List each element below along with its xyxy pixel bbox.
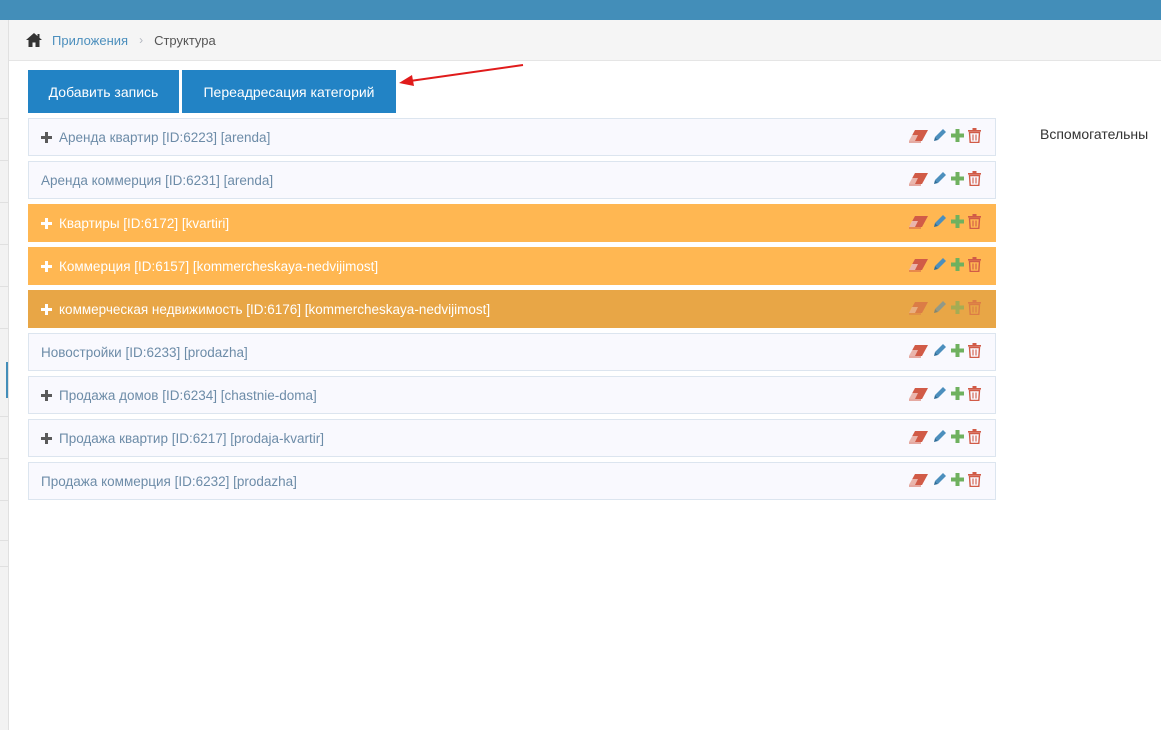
eraser-icon[interactable] <box>909 473 929 487</box>
pencil-icon[interactable] <box>933 300 947 315</box>
category-label[interactable]: Продажа домов [ID:6234] [chastnie-doma] <box>59 388 317 403</box>
plus-icon[interactable] <box>951 172 964 185</box>
expand-plus-icon[interactable] <box>41 389 52 401</box>
pencil-icon[interactable] <box>933 472 947 487</box>
category-label[interactable]: Квартиры [ID:6172] [kvartiri] <box>59 216 229 231</box>
plus-icon[interactable] <box>951 344 964 357</box>
home-icon[interactable] <box>25 32 43 48</box>
category-label[interactable]: Аренда квартир [ID:6223] [arenda] <box>59 130 270 145</box>
pencil-icon[interactable] <box>933 128 947 143</box>
breadcrumb-separator-icon: › <box>139 33 144 47</box>
pencil-icon[interactable] <box>933 257 947 272</box>
eraser-icon[interactable] <box>909 129 929 143</box>
eraser-icon[interactable] <box>909 344 929 358</box>
eraser-icon[interactable] <box>909 387 929 401</box>
trash-icon[interactable] <box>968 300 981 315</box>
expand-plus-icon[interactable] <box>41 432 52 444</box>
category-row[interactable]: Аренда квартир [ID:6223] [arenda] <box>28 118 996 156</box>
category-label[interactable]: коммерческая недвижимость [ID:6176] [kom… <box>59 302 490 317</box>
plus-icon[interactable] <box>951 215 964 228</box>
pencil-icon[interactable] <box>933 429 947 444</box>
annotation-arrow-icon <box>399 64 524 86</box>
row-actions <box>909 214 981 229</box>
row-actions <box>909 257 981 272</box>
row-actions <box>909 472 981 487</box>
trash-icon[interactable] <box>968 128 981 143</box>
eraser-icon[interactable] <box>909 301 929 315</box>
expand-plus-icon[interactable] <box>41 260 52 272</box>
category-row[interactable]: Квартиры [ID:6172] [kvartiri] <box>28 204 996 242</box>
category-row[interactable]: Продажа домов [ID:6234] [chastnie-doma] <box>28 376 996 414</box>
plus-icon[interactable] <box>951 430 964 443</box>
trash-icon[interactable] <box>968 257 981 272</box>
trash-icon[interactable] <box>968 472 981 487</box>
expand-plus-icon[interactable] <box>41 131 52 143</box>
top-navbar <box>0 0 1161 20</box>
plus-icon[interactable] <box>951 129 964 142</box>
plus-icon[interactable] <box>951 301 964 314</box>
pencil-icon[interactable] <box>933 343 947 358</box>
category-label[interactable]: Аренда коммерция [ID:6231] [arenda] <box>41 173 273 188</box>
eraser-icon[interactable] <box>909 215 929 229</box>
trash-icon[interactable] <box>968 171 981 186</box>
sidebar-collapsed <box>0 20 9 730</box>
plus-icon[interactable] <box>951 258 964 271</box>
redirect-categories-button[interactable]: Переадресация категорий <box>182 70 396 113</box>
category-row[interactable]: Коммерция [ID:6157] [kommercheskaya-nedv… <box>28 247 996 285</box>
trash-icon[interactable] <box>968 343 981 358</box>
expand-plus-icon[interactable] <box>41 303 52 315</box>
row-actions <box>909 343 981 358</box>
row-actions <box>909 300 981 315</box>
category-row[interactable]: Новостройки [ID:6233] [prodazha] <box>28 333 996 371</box>
row-actions <box>909 171 981 186</box>
add-record-button[interactable]: Добавить запись <box>28 70 179 113</box>
breadcrumb-link-apps[interactable]: Приложения <box>52 33 128 48</box>
trash-icon[interactable] <box>968 429 981 444</box>
pencil-icon[interactable] <box>933 386 947 401</box>
pencil-icon[interactable] <box>933 171 947 186</box>
eraser-icon[interactable] <box>909 430 929 444</box>
pencil-icon[interactable] <box>933 214 947 229</box>
category-label[interactable]: Продажа коммерция [ID:6232] [prodazha] <box>41 474 297 489</box>
eraser-icon[interactable] <box>909 172 929 186</box>
breadcrumb: Приложения › Структура <box>9 20 1161 61</box>
category-row[interactable]: коммерческая недвижимость [ID:6176] [kom… <box>28 290 996 328</box>
eraser-icon[interactable] <box>909 258 929 272</box>
row-actions <box>909 128 981 143</box>
row-actions <box>909 429 981 444</box>
breadcrumb-current: Структура <box>154 32 216 48</box>
plus-icon[interactable] <box>951 473 964 486</box>
sidebar-active-indicator <box>6 362 8 398</box>
expand-plus-icon[interactable] <box>41 217 52 229</box>
category-label[interactable]: Новостройки [ID:6233] [prodazha] <box>41 345 248 360</box>
row-actions <box>909 386 981 401</box>
category-label[interactable]: Коммерция [ID:6157] [kommercheskaya-nedv… <box>59 259 378 274</box>
trash-icon[interactable] <box>968 386 981 401</box>
category-tree: Аренда квартир [ID:6223] [arenda] Аренда… <box>28 118 996 505</box>
plus-icon[interactable] <box>951 387 964 400</box>
category-label[interactable]: Продажа квартир [ID:6217] [prodaja-kvart… <box>59 431 324 446</box>
auxiliary-panel-title: Вспомогательны <box>1040 126 1149 142</box>
category-row[interactable]: Аренда коммерция [ID:6231] [arenda] <box>28 161 996 199</box>
category-row[interactable]: Продажа квартир [ID:6217] [prodaja-kvart… <box>28 419 996 457</box>
trash-icon[interactable] <box>968 214 981 229</box>
category-row[interactable]: Продажа коммерция [ID:6232] [prodazha] <box>28 462 996 500</box>
